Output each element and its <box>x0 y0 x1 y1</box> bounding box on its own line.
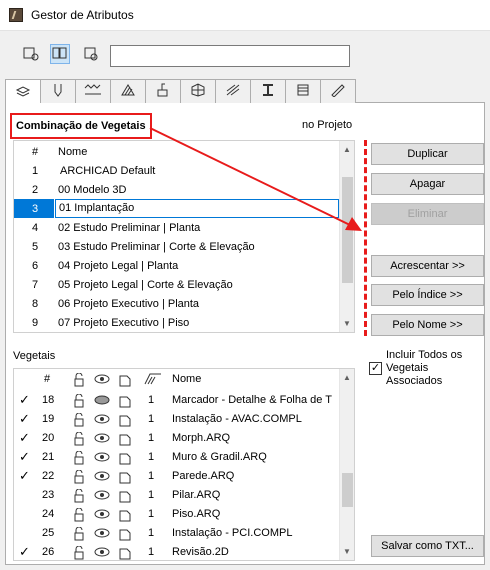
eye-icon[interactable] <box>94 451 110 466</box>
table-row[interactable]: ✓ 18 1 Marcador - Detalhe & Folha de T <box>14 391 340 410</box>
table-row[interactable]: 25 1 Instalação - PCI.COMPL <box>14 524 340 543</box>
scroll-up-icon[interactable]: ▲ <box>343 373 351 382</box>
include-all-checkbox[interactable]: ✓ <box>369 362 382 375</box>
page-icon[interactable] <box>118 508 132 525</box>
append-button[interactable]: Acrescentar >> <box>371 255 484 277</box>
layers-header: # Nome <box>14 370 340 389</box>
page-icon[interactable] <box>118 451 132 468</box>
page-icon[interactable] <box>118 470 132 487</box>
lock-icon[interactable] <box>72 393 86 411</box>
page-icon[interactable] <box>118 432 132 449</box>
intersection-column-icon[interactable] <box>144 373 162 388</box>
by-index-button[interactable]: Pelo Índice >> <box>371 284 484 306</box>
table-row[interactable]: ✓ 21 1 Muro & Gradil.ARQ <box>14 448 340 467</box>
page-icon[interactable] <box>118 546 132 560</box>
check-icon[interactable]: ✓ <box>19 430 30 446</box>
eye-icon[interactable] <box>94 527 110 542</box>
remove-button[interactable]: Eliminar <box>371 203 484 225</box>
eye-icon[interactable] <box>94 546 110 560</box>
lock-icon[interactable] <box>72 412 86 430</box>
include-all-label: Incluir Todos os Vegetais Associados <box>386 349 463 387</box>
page-icon[interactable] <box>118 413 132 430</box>
table-row[interactable]: ✓ 19 1 Instalação - AVAC.COMPL <box>14 410 340 429</box>
eye-icon[interactable] <box>94 470 110 485</box>
eye-icon[interactable] <box>94 489 110 504</box>
eye-icon[interactable] <box>94 413 110 428</box>
page-icon[interactable] <box>118 527 132 544</box>
page-icon[interactable] <box>118 394 132 411</box>
table-row[interactable]: 24 1 Piso.ARQ <box>14 505 340 524</box>
layers-list[interactable]: # Nome ✓ 18 1 Marcador - Detalhe & Folha… <box>13 368 355 561</box>
page-icon[interactable] <box>118 489 132 506</box>
lock-icon[interactable] <box>72 488 86 506</box>
scroll-down-icon[interactable]: ▼ <box>343 547 351 556</box>
lock-icon[interactable] <box>72 545 86 560</box>
layers-label: Vegetais <box>13 350 56 362</box>
check-icon[interactable]: ✓ <box>19 468 30 484</box>
column-num[interactable]: # <box>44 373 50 385</box>
eye-icon[interactable] <box>94 508 110 523</box>
check-icon[interactable]: ✓ <box>19 449 30 465</box>
lock-icon[interactable] <box>72 450 86 468</box>
save-txt-button[interactable]: Salvar como TXT... <box>371 535 484 557</box>
duplicate-button[interactable]: Duplicar <box>371 143 484 165</box>
delete-button[interactable]: Apagar <box>371 173 484 195</box>
eye-icon[interactable] <box>94 394 110 409</box>
check-icon[interactable]: ✓ <box>19 411 30 427</box>
wireframe-column-icon[interactable] <box>118 373 132 390</box>
by-name-button[interactable]: Pelo Nome >> <box>371 314 484 336</box>
lock-icon[interactable] <box>72 431 86 449</box>
visibility-column-icon[interactable] <box>94 373 110 388</box>
check-icon[interactable]: ✓ <box>19 544 30 560</box>
eye-icon[interactable] <box>94 432 110 447</box>
column-name[interactable]: Nome <box>172 373 201 385</box>
lock-icon[interactable] <box>72 526 86 544</box>
table-row[interactable]: ✓ 20 1 Morph.ARQ <box>14 429 340 448</box>
layers-scrollbar[interactable]: ▲ ▼ <box>339 369 354 560</box>
lock-column-icon[interactable] <box>72 372 86 390</box>
check-icon[interactable]: ✓ <box>19 392 30 408</box>
table-row[interactable]: 23 1 Pilar.ARQ <box>14 486 340 505</box>
lock-icon[interactable] <box>72 469 86 487</box>
table-row[interactable]: ✓ 22 1 Parede.ARQ <box>14 467 340 486</box>
lock-icon[interactable] <box>72 507 86 525</box>
table-row[interactable]: ✓ 26 1 Revisão.2D <box>14 543 340 560</box>
scroll-thumb[interactable] <box>342 473 353 507</box>
